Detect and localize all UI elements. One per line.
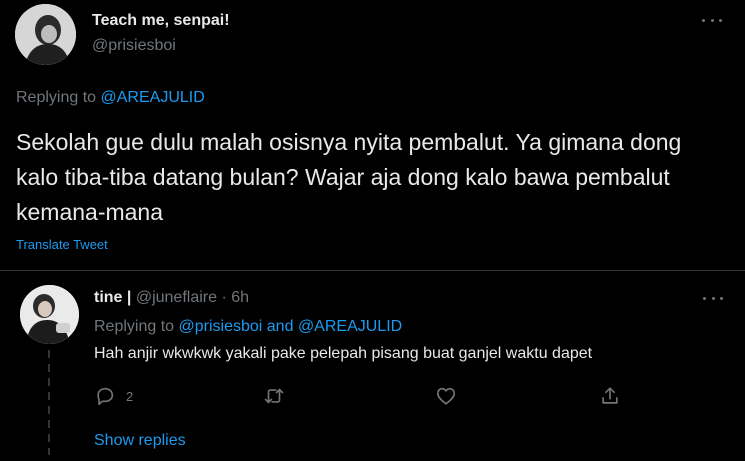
- main-tweet-avatar[interactable]: [15, 4, 76, 65]
- share-button[interactable]: [599, 382, 621, 410]
- reply-icon: [97, 387, 114, 406]
- reply-action-bar: 2: [94, 382, 654, 410]
- more-horizontal-icon[interactable]: [700, 13, 724, 27]
- like-button[interactable]: [435, 382, 457, 410]
- more-horizontal-icon[interactable]: [701, 291, 725, 305]
- main-tweet-replying-to: Replying to @AREAJULID: [16, 89, 205, 107]
- reply-header: tine | @juneflaire · 6h: [94, 289, 249, 307]
- reply-avatar[interactable]: [20, 285, 79, 344]
- replying-to-link[interactable]: @AREAJULID: [298, 318, 402, 335]
- replying-to-link[interactable]: @prisiesboi: [179, 318, 263, 335]
- retweet-button[interactable]: [262, 382, 286, 410]
- replying-to-link[interactable]: @AREAJULID: [101, 89, 205, 106]
- reply-button[interactable]: 2: [94, 382, 133, 410]
- main-tweet-handle[interactable]: @prisiesboi: [92, 37, 176, 55]
- main-tweet: Teach me, senpai! @prisiesboi Replying t…: [0, 0, 745, 270]
- reply-timestamp[interactable]: 6h: [231, 289, 249, 306]
- translate-tweet-link[interactable]: Translate Tweet: [16, 237, 108, 252]
- divider: [0, 270, 745, 271]
- share-icon: [602, 387, 618, 404]
- show-replies-link[interactable]: Show replies: [94, 432, 186, 450]
- reply-handle[interactable]: @juneflaire: [136, 289, 217, 306]
- replying-and: and: [266, 318, 294, 335]
- reply-count: 2: [126, 388, 134, 404]
- retweet-icon: [264, 388, 284, 404]
- main-tweet-text: Sekolah gue dulu malah osisnya nyita pem…: [16, 129, 682, 225]
- main-tweet-display-name[interactable]: Teach me, senpai!: [92, 12, 230, 30]
- reply-display-name[interactable]: tine |: [94, 289, 131, 306]
- heart-icon: [436, 387, 456, 405]
- reply-separator: ·: [221, 289, 227, 306]
- reply-replying-to: Replying to @prisiesboi and @AREAJULID: [94, 318, 402, 336]
- reply-text: Hah anjir wkwkwk yakali pake pelepah pis…: [94, 345, 593, 362]
- replying-prefix: Replying to: [16, 89, 97, 106]
- thread-line: [48, 350, 50, 455]
- replying-prefix: Replying to: [94, 318, 175, 335]
